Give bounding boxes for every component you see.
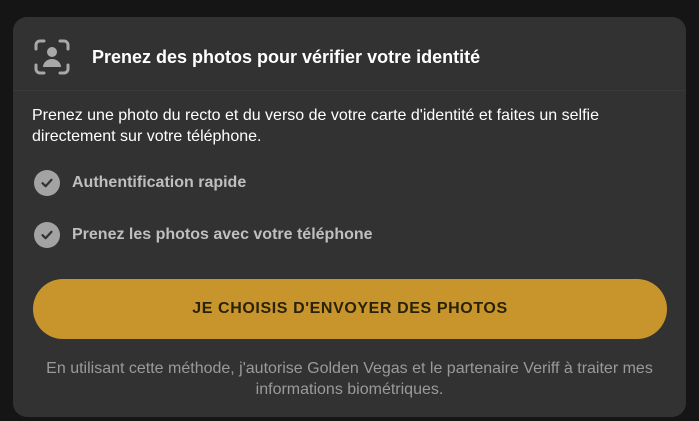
card-description: Prenez une photo du recto et du verso de… [32, 107, 599, 145]
header-divider [13, 90, 686, 91]
feature-item-fast-auth: Authentification rapide [34, 170, 246, 196]
card-title: Prenez des photos pour vérifier votre id… [92, 46, 481, 67]
check-circle-icon [34, 222, 60, 248]
identity-verification-card: Prenez des photos pour vérifier votre id… [13, 17, 686, 417]
card-header: Prenez des photos pour vérifier votre id… [33, 37, 480, 77]
feature-label: Authentification rapide [72, 174, 247, 191]
feature-item-phone-photos: Prenez les photos avec votre téléphone [34, 222, 373, 248]
feature-label: Prenez les photos avec votre téléphone [72, 226, 373, 243]
biometric-consent-text: En utilisant cette méthode, j'autorise G… [46, 360, 653, 398]
check-circle-icon [34, 170, 60, 196]
send-photos-button[interactable]: JE CHOISIS D'ENVOYER DES PHOTOS [33, 279, 667, 339]
face-scan-icon [33, 38, 71, 76]
